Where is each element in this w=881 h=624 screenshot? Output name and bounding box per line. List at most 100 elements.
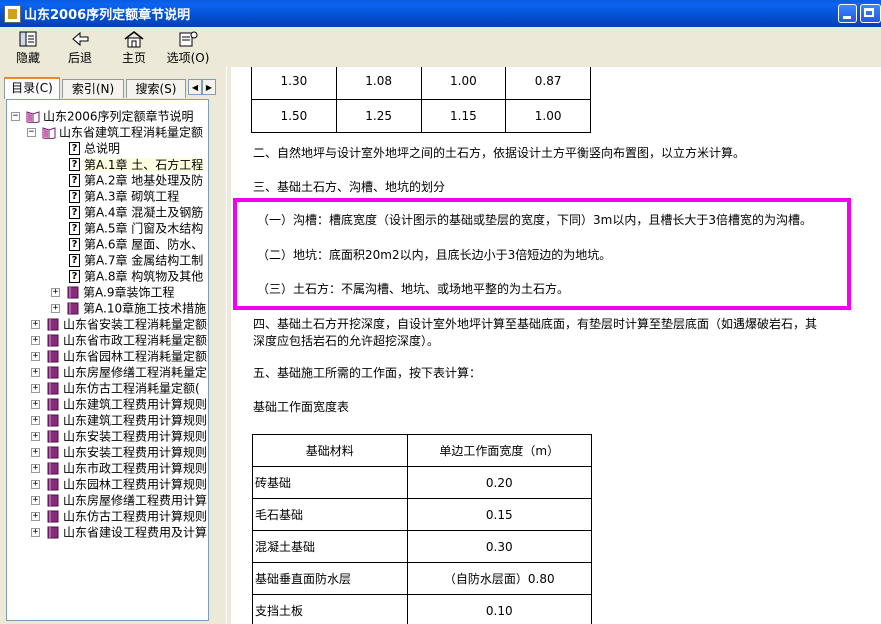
minimize-button[interactable] [838, 4, 857, 23]
expand-icon[interactable]: + [31, 528, 40, 537]
book-icon [46, 334, 60, 347]
tree-node-chapter[interactable]: ? 第A.3章 砌筑工程 [69, 188, 179, 204]
tree-label: 第A.9章装饰工程 [83, 285, 175, 300]
tree-node-chapter[interactable]: ? 第A.4章 混凝土及钢筋 [69, 204, 203, 220]
tree-label: 山东仿古工程费用计算规则 [63, 509, 208, 524]
hide-icon [19, 31, 37, 47]
help-page-icon: ? [69, 222, 80, 235]
paragraph-2: 二、自然地坪与设计室外地坪之间的土石方，依据设计土方平衡竖向布置图，以立方米计算… [253, 146, 746, 160]
book-icon [46, 510, 60, 523]
expand-icon[interactable]: + [31, 336, 40, 345]
table-header-row: 基础材料 单边工作面宽度（m） [252, 434, 592, 467]
tree-label: 第A.4章 混凝土及钢筋 [84, 205, 204, 220]
table-row: 1.50 1.25 1.15 1.00 [251, 99, 591, 133]
expand-icon[interactable]: + [31, 496, 40, 505]
table-cell: 1.25 [335, 99, 422, 133]
open-book-icon [42, 126, 56, 140]
expand-icon[interactable]: + [31, 480, 40, 489]
tab-scroll-right-icon[interactable]: ▶ [202, 79, 216, 95]
expand-icon[interactable]: + [31, 448, 40, 457]
help-page-icon: ? [69, 142, 80, 155]
table-row: 砖基础 0.20 [252, 466, 592, 499]
table-row: 支挡土板 0.10 [252, 594, 592, 624]
book-icon [46, 446, 60, 459]
back-button[interactable]: 后退 [56, 29, 104, 65]
tree-label: 山东省市政工程消耗量定额 [63, 333, 208, 348]
table-cell: 0.10 [406, 594, 592, 624]
tree-node-chapter[interactable]: ? 第A.1章 土、石方工程 [69, 156, 204, 172]
nav-tabs: 目录(C) 索引(N) 搜索(S) ◀ ▶ [4, 77, 224, 99]
expand-icon[interactable]: + [31, 320, 40, 329]
tree-node-chapter[interactable]: ? 第A.6章 屋面、防水、 [69, 236, 203, 252]
collapse-icon[interactable]: − [11, 112, 20, 121]
tree-node-chapter[interactable]: ? 总说明 [69, 140, 120, 156]
home-label: 主页 [121, 51, 146, 65]
tab-scroll-left-icon[interactable]: ◀ [188, 79, 202, 95]
tree-label: 第A.5章 门窗及木结构 [84, 221, 204, 236]
table-row: 毛石基础 0.15 [252, 498, 592, 531]
book-icon [66, 286, 80, 299]
expand-icon[interactable]: + [51, 288, 60, 297]
expand-icon[interactable]: + [31, 400, 40, 409]
help-page-icon: ? [69, 158, 80, 171]
book-icon [46, 350, 60, 363]
home-button[interactable]: 主页 [110, 29, 158, 65]
book-icon [46, 414, 60, 427]
highlight-box [233, 198, 851, 310]
tree-node-chapter[interactable]: ? 第A.7章 金属结构工制 [69, 252, 203, 268]
table-header-cell: 基础材料 [252, 434, 408, 467]
tree-label: 山东市政工程费用计算规则 [63, 461, 208, 476]
table-cell: 毛石基础 [252, 498, 408, 531]
expand-icon[interactable]: + [31, 416, 40, 425]
expand-icon[interactable]: + [31, 368, 40, 377]
paragraph-5: 五、基础施工所需的工作面，按下表计算： [253, 366, 482, 380]
tree-label: 第A.6章 屋面、防水、 [84, 237, 204, 252]
paragraph-4b: 深度应包括岩石的允许超挖深度）。 [253, 334, 440, 348]
help-page-icon: ? [69, 238, 80, 251]
tree-label: 山东省园林工程消耗量定额 [63, 349, 208, 364]
tree-label: 山东省建设工程费用及计算 [63, 525, 208, 540]
tree-label: 山东园林工程费用计算规则 [63, 477, 208, 492]
tree-label: 第A.10章施工技术措施 [83, 301, 207, 316]
expand-icon[interactable]: + [31, 512, 40, 521]
table-cell: 0.15 [406, 498, 592, 531]
options-button[interactable]: 选项(O) [164, 29, 212, 65]
table-row: 基础垂直面防水层 （自防水层面）0.80 [252, 562, 592, 595]
expand-icon[interactable]: + [51, 304, 60, 313]
table-cell: 基础垂直面防水层 [252, 562, 408, 595]
maximize-button[interactable] [860, 4, 881, 23]
table-cell: 1.15 [420, 99, 507, 133]
book-icon [46, 462, 60, 475]
tab-contents[interactable]: 目录(C) [4, 77, 60, 99]
table-title: 基础工作面宽度表 [253, 400, 350, 414]
tab-search[interactable]: 搜索(S) [126, 79, 186, 98]
book-icon [46, 318, 60, 331]
table-cell: 0.87 [505, 67, 591, 100]
tree-node-chapter[interactable]: ? 第A.8章 构筑物及其他 [69, 268, 203, 284]
hide-button[interactable]: 隐藏 [4, 29, 52, 65]
table-cell: 混凝土基础 [252, 530, 408, 563]
book-icon [46, 494, 60, 507]
help-page-icon: ? [69, 206, 80, 219]
tree-node-chapter[interactable]: ? 第A.2章 地基处理及防 [69, 172, 203, 188]
expand-icon[interactable]: + [31, 432, 40, 441]
app-icon [4, 5, 21, 23]
navigation-pane: 目录(C) 索引(N) 搜索(S) ◀ ▶ − 山东2006序列定额章节说明 −… [0, 67, 226, 624]
options-label: 选项(O) [166, 51, 210, 65]
expand-icon[interactable]: + [31, 384, 40, 393]
pane-splitter[interactable] [226, 67, 230, 624]
table-cell: 1.30 [251, 67, 337, 100]
tree-label: 第A.3章 砌筑工程 [84, 189, 180, 204]
paragraph-3: 三、基础土石方、沟槽、地坑的划分 [253, 180, 446, 194]
book-icon [66, 302, 80, 315]
book-icon [46, 382, 60, 395]
expand-icon[interactable]: + [31, 352, 40, 361]
table-cell: 0.30 [406, 530, 592, 563]
book-icon [46, 478, 60, 491]
contents-tree[interactable]: − 山东2006序列定额章节说明 − 山东省建筑工程消耗量定额 ? 总说明? 第A.… [6, 99, 209, 621]
workface-table: 基础材料 单边工作面宽度（m） 砖基础 0.20 毛石基础 0.15 混凝土基础… [252, 434, 592, 624]
tree-node-chapter[interactable]: ? 第A.5章 门窗及木结构 [69, 220, 203, 236]
collapse-icon[interactable]: − [27, 128, 36, 137]
tab-index[interactable]: 索引(N) [62, 79, 124, 98]
expand-icon[interactable]: + [31, 464, 40, 473]
